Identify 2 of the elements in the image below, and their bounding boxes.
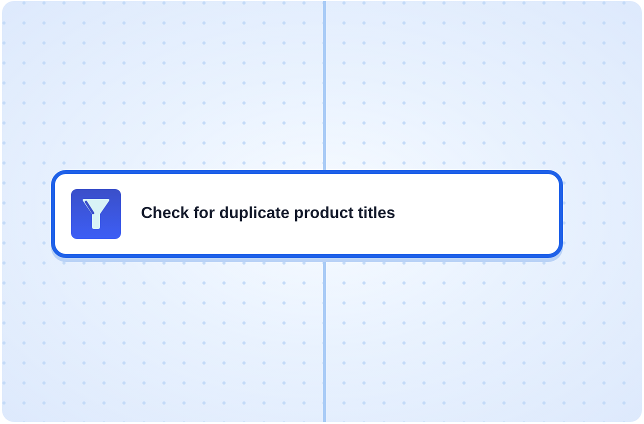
funnel-icon <box>71 188 121 238</box>
step-title: Check for duplicate product titles <box>141 204 396 222</box>
